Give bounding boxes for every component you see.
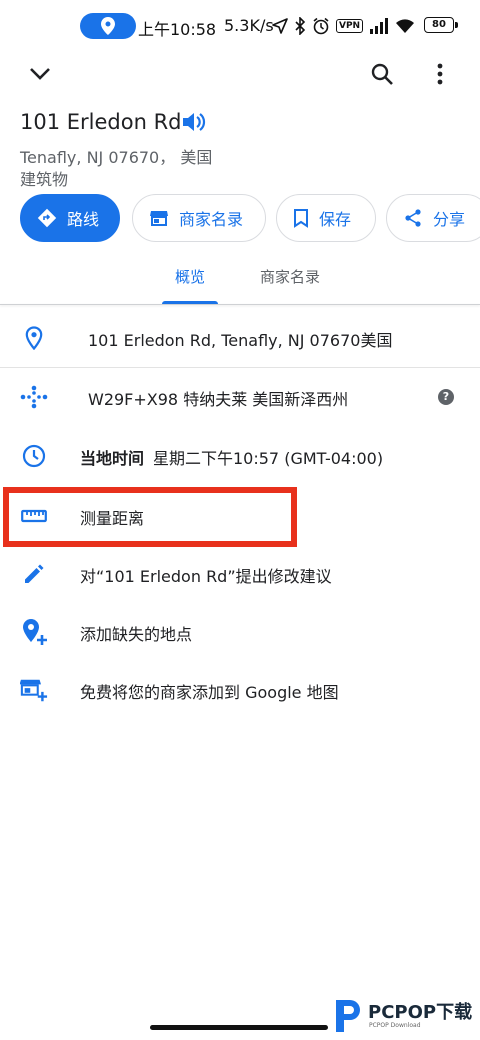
search-button[interactable]	[368, 60, 396, 88]
directions-icon	[37, 208, 57, 228]
save-label: 保存	[319, 210, 352, 229]
location-pin-icon	[101, 17, 115, 35]
share-label: 分享	[433, 210, 466, 229]
watermark: PCPOP下载 PCPOP Download	[332, 996, 480, 1038]
add-business-label: 免费将您的商家添加到 Google 地图	[80, 683, 339, 702]
back-button[interactable]	[26, 60, 54, 88]
local-time-row: 当地时间 星期二下午10:57 (GMT-04:00)	[0, 427, 480, 485]
home-indicator[interactable]	[150, 1025, 328, 1030]
location-indicator	[80, 13, 136, 39]
pencil-icon	[25, 564, 44, 583]
watermark-brand: PCPOP下载	[368, 1002, 473, 1023]
local-time-label: 当地时间	[80, 449, 145, 468]
watermark-sub: PCPOP Download	[369, 1022, 421, 1029]
clock-icon	[22, 444, 46, 468]
tab-divider	[0, 304, 480, 305]
navigation-arrow-icon	[272, 18, 288, 34]
bookmark-icon	[294, 209, 308, 228]
pronounce-button[interactable]	[180, 109, 206, 139]
share-icon	[405, 209, 421, 227]
storefront-icon	[150, 211, 168, 226]
network-speed: 5.3K/s	[224, 16, 274, 35]
tab-overview[interactable]: 概览	[175, 266, 205, 287]
add-business-icon	[20, 679, 48, 702]
share-button[interactable]: 分享	[386, 194, 480, 242]
status-bar: 上午10:58 5.3K/s VPN 80	[0, 0, 480, 56]
directions-label: 路线	[67, 210, 100, 229]
business-directory-label: 商家名录	[179, 210, 244, 229]
place-pin-icon	[25, 326, 43, 350]
save-button[interactable]: 保存	[276, 194, 376, 242]
bluetooth-icon	[295, 17, 306, 35]
help-icon[interactable]: ?	[438, 389, 454, 405]
status-time: 上午10:58	[138, 20, 217, 39]
place-category: 建筑物	[20, 170, 69, 189]
pcpop-logo-icon	[336, 1000, 360, 1032]
highlight-box	[3, 487, 297, 547]
place-locality: Tenafly, NJ 07670， 美国	[20, 148, 213, 167]
place-title: 101 Erledon Rd	[20, 110, 182, 134]
add-location-icon	[23, 619, 47, 645]
more-vert-icon	[437, 63, 443, 85]
suggest-edit-row[interactable]: 对“101 Erledon Rd”提出修改建议	[0, 545, 480, 603]
business-directory-button[interactable]: 商家名录	[132, 194, 266, 242]
address-text: 101 Erledon Rd, Tenafly, NJ 07670美国	[88, 331, 393, 350]
directions-button[interactable]: 路线	[20, 194, 120, 242]
add-missing-place-row[interactable]: 添加缺失的地点	[0, 603, 480, 661]
plus-code-row[interactable]: W29F+X98 特纳夫莱 美国新泽西州 ?	[0, 368, 480, 426]
tab-business-directory[interactable]: 商家名录	[260, 266, 320, 287]
cell-signal-icon	[370, 18, 389, 34]
more-options-button[interactable]	[428, 60, 452, 88]
plus-code-text: W29F+X98 特纳夫莱 美国新泽西州	[88, 390, 349, 409]
address-row[interactable]: 101 Erledon Rd, Tenafly, NJ 07670美国	[0, 309, 480, 367]
add-business-row[interactable]: 免费将您的商家添加到 Google 地图	[0, 661, 480, 719]
local-time-value: 星期二下午10:57 (GMT-04:00)	[153, 449, 384, 468]
add-missing-place-label: 添加缺失的地点	[80, 625, 193, 644]
alarm-icon	[313, 17, 329, 35]
search-icon	[371, 63, 393, 85]
plus-code-icon	[20, 385, 48, 409]
suggest-edit-label: 对“101 Erledon Rd”提出修改建议	[80, 567, 332, 586]
chevron-down-icon	[30, 68, 50, 80]
battery-indicator: 80	[424, 17, 458, 33]
vpn-badge: VPN	[336, 19, 364, 33]
volume-icon	[183, 113, 206, 131]
wifi-icon	[396, 19, 415, 33]
